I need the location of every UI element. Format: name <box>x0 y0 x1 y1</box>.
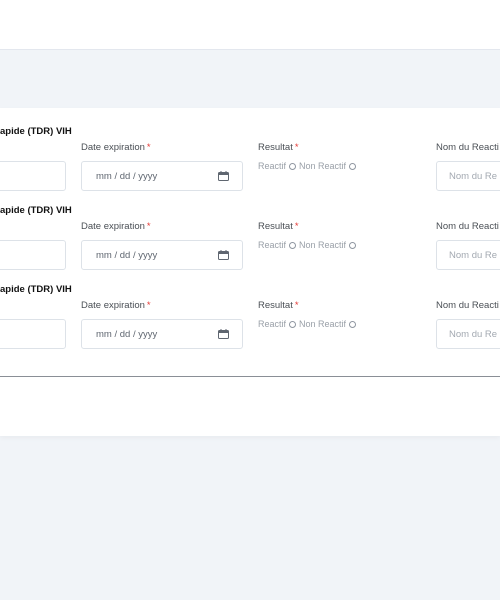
resultat-radio-group: Reactif Non Reactif <box>258 319 359 329</box>
section-title: apide (TDR) VIH <box>0 205 72 216</box>
non-reactif-radio[interactable] <box>349 320 357 328</box>
date-expiration-input[interactable]: mm / dd / yyyy <box>81 240 243 270</box>
date-placeholder: mm / dd / yyyy <box>96 171 158 182</box>
kit-field[interactable] <box>0 161 66 191</box>
reactif-radio[interactable] <box>289 241 297 249</box>
date-expiration-label: Date expiration * <box>81 300 151 311</box>
date-expiration-label: Date expiration * <box>81 142 151 153</box>
date-expiration-input[interactable]: mm / dd / yyyy <box>81 319 243 349</box>
section-title: apide (TDR) VIH <box>0 284 72 295</box>
nom-reactif-placeholder: Nom du Re <box>449 171 498 182</box>
reactif-label: Reactif <box>258 319 287 329</box>
date-placeholder: mm / dd / yyyy <box>96 250 158 261</box>
calendar-icon[interactable] <box>218 250 229 260</box>
non-reactif-label: Non Reactif <box>299 161 347 171</box>
non-reactif-radio[interactable] <box>349 241 357 249</box>
test-row: apide (TDR) VIH Date expiration * mm / dd… <box>0 284 500 362</box>
reactif-label: Reactif <box>258 161 287 171</box>
test-row: apide (TDR) VIH Date expiration * mm / dd… <box>0 205 500 283</box>
reactif-radio[interactable] <box>289 320 297 328</box>
resultat-label: Resultat * <box>258 300 299 311</box>
non-reactif-radio[interactable] <box>349 162 357 170</box>
non-reactif-label: Non Reactif <box>299 240 347 250</box>
section-title: apide (TDR) VIH <box>0 126 72 137</box>
reactif-radio[interactable] <box>289 162 297 170</box>
resultat-radio-group: Reactif Non Reactif <box>258 161 359 171</box>
calendar-icon[interactable] <box>218 329 229 339</box>
nom-reactif-label: Nom du Reacti <box>436 221 499 232</box>
date-expiration-input[interactable]: mm / dd / yyyy <box>81 161 243 191</box>
nom-reactif-input[interactable]: Nom du Re <box>436 240 500 270</box>
nom-reactif-placeholder: Nom du Re <box>449 329 498 340</box>
test-row: apide (TDR) VIH Date expiration * mm / dd… <box>0 126 500 204</box>
reactif-label: Reactif <box>258 240 287 250</box>
form-card: apide (TDR) VIH Date expiration * mm / dd… <box>0 108 500 436</box>
nom-reactif-placeholder: Nom du Re <box>449 250 498 261</box>
nom-reactif-input[interactable]: Nom du Re <box>436 319 500 349</box>
date-expiration-label: Date expiration * <box>81 221 151 232</box>
resultat-label: Resultat * <box>258 221 299 232</box>
calendar-icon[interactable] <box>218 171 229 181</box>
nom-reactif-label: Nom du Reacti <box>436 300 499 311</box>
date-placeholder: mm / dd / yyyy <box>96 329 158 340</box>
section-divider <box>0 376 500 377</box>
kit-field[interactable] <box>0 319 66 349</box>
kit-field[interactable] <box>0 240 66 270</box>
non-reactif-label: Non Reactif <box>299 319 347 329</box>
resultat-label: Resultat * <box>258 142 299 153</box>
top-bar <box>0 0 500 50</box>
resultat-radio-group: Reactif Non Reactif <box>258 240 359 250</box>
nom-reactif-input[interactable]: Nom du Re <box>436 161 500 191</box>
nom-reactif-label: Nom du Reacti <box>436 142 499 153</box>
